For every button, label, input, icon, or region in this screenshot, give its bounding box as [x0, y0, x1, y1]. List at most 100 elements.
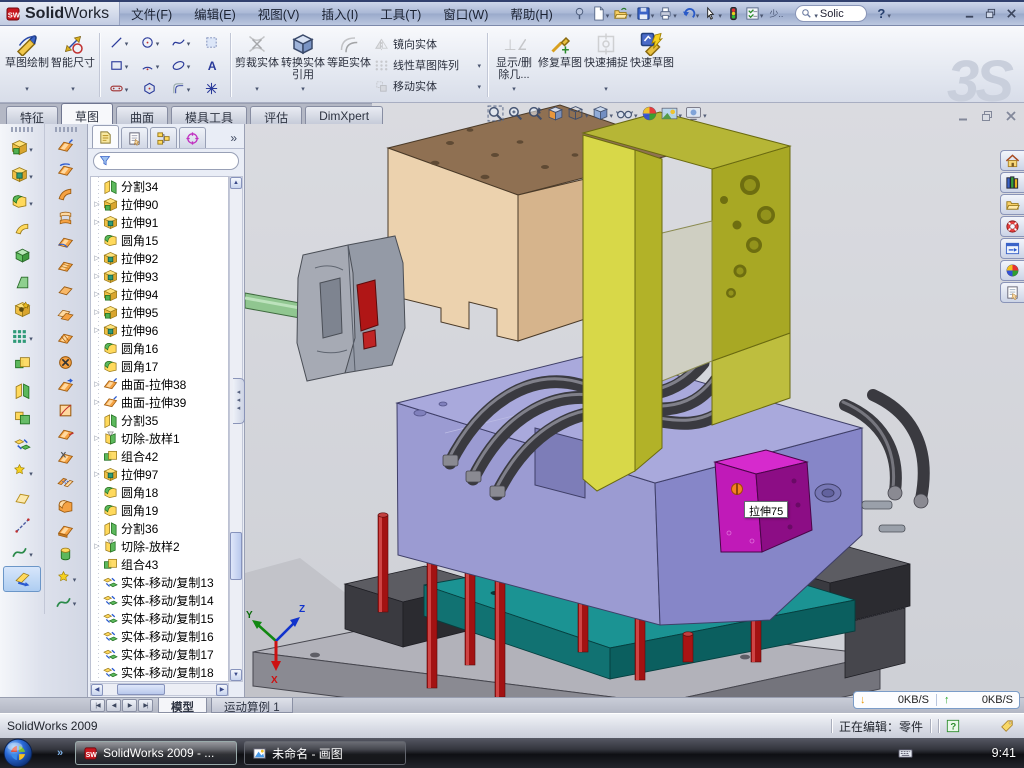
sketch-entity-button[interactable]: [103, 31, 134, 54]
feature-tree-item-拉伸95[interactable]: 拉伸95: [91, 303, 228, 321]
toolbar-button[interactable]: [47, 542, 85, 566]
expand-arrow-icon[interactable]: [92, 380, 102, 388]
expand-arrow-icon[interactable]: [92, 542, 102, 550]
toolbar-button[interactable]: [3, 512, 41, 539]
headsup-view-button[interactable]: [547, 105, 564, 122]
expand-arrow-icon[interactable]: [92, 200, 102, 208]
headsup-view-button[interactable]: [592, 105, 614, 122]
expand-arrow-icon[interactable]: [92, 290, 102, 298]
toolbar-button[interactable]: [3, 161, 41, 188]
toolbar-button[interactable]: [47, 158, 85, 182]
toolbar-button[interactable]: [3, 377, 41, 404]
toolbar-button[interactable]: [3, 323, 41, 350]
expand-arrow-icon[interactable]: [92, 398, 102, 406]
ribbon-row-button-移动实体[interactable]: 移动实体: [372, 77, 484, 96]
expand-arrow-icon[interactable]: [92, 254, 102, 262]
expand-arrow-icon[interactable]: [92, 326, 102, 334]
commandmanager-tab-特征[interactable]: 特征: [6, 106, 58, 124]
scroll-thumb[interactable]: [230, 532, 242, 580]
feature-tree-item-实体-移动/复制18[interactable]: 实体-移动/复制18: [91, 663, 228, 681]
task-pane-tab[interactable]: [1000, 238, 1024, 259]
quick-access-button[interactable]: [656, 3, 679, 25]
quick-access-button[interactable]: [589, 3, 612, 25]
study-nav-button[interactable]: |◀: [90, 699, 105, 712]
toolbar-button[interactable]: [3, 242, 41, 269]
toolbar-button[interactable]: [3, 134, 41, 161]
quick-access-button[interactable]: [724, 3, 743, 25]
menu-item[interactable]: 编辑(E): [183, 4, 247, 23]
expand-arrow-icon[interactable]: [92, 218, 102, 226]
sketch-entity-button[interactable]: [165, 54, 196, 77]
toolbar-button[interactable]: [47, 470, 85, 494]
toolbar-grip[interactable]: [55, 127, 77, 132]
toolbar-button[interactable]: [47, 230, 85, 254]
model-tab-运动算例-1[interactable]: 运动算例 1: [211, 698, 293, 713]
sketch-entity-button[interactable]: [103, 54, 134, 77]
expand-arrow-icon[interactable]: [92, 308, 102, 316]
toolbar-button[interactable]: [47, 206, 85, 230]
feature-tree-item-圆角18[interactable]: 圆角18: [91, 483, 228, 501]
feature-tree-item-圆角19[interactable]: 圆角19: [91, 501, 228, 519]
headsup-view-button[interactable]: [507, 105, 524, 122]
quick-tips-icon[interactable]: ?: [946, 719, 960, 733]
start-button[interactable]: [3, 738, 33, 768]
feature-tree-item-圆角15[interactable]: 圆角15: [91, 231, 228, 249]
sketch-entity-button[interactable]: [165, 77, 196, 100]
ribbon-button-修复草图[interactable]: +修复草图: [537, 29, 583, 101]
headsup-view-button[interactable]: [661, 105, 683, 122]
toolbar-button[interactable]: [3, 215, 41, 242]
quick-access-button[interactable]: [570, 3, 589, 25]
toolbar-button[interactable]: [3, 485, 41, 512]
toolbar-button[interactable]: [3, 188, 41, 215]
toolbar-button[interactable]: [3, 350, 41, 377]
ribbon-button-剪裁实体[interactable]: 剪裁实体: [234, 29, 280, 101]
network-speed-widget[interactable]: ↓ 0KB/S ↑ 0KB/S: [853, 691, 1020, 709]
feature-tree-item-实体-移动/复制17[interactable]: 实体-移动/复制17: [91, 645, 228, 663]
scroll-thumb[interactable]: [117, 684, 165, 695]
toolbar-button[interactable]: [47, 302, 85, 326]
task-pane-tab[interactable]: [1000, 172, 1024, 193]
scroll-down-button[interactable]: ▼: [230, 669, 242, 681]
feature-tree-item-拉伸93[interactable]: 拉伸93: [91, 267, 228, 285]
toolbar-button[interactable]: [3, 404, 41, 431]
feature-tree-item-分割34[interactable]: 分割34: [91, 177, 228, 195]
feature-tree-item-圆角17[interactable]: 圆角17: [91, 357, 228, 375]
panel-tab[interactable]: [121, 127, 148, 148]
doc-close-button[interactable]: [1002, 108, 1019, 123]
commandmanager-tab-模具工具[interactable]: 模具工具: [171, 106, 247, 124]
toolbar-grip[interactable]: [11, 127, 33, 132]
toolbar-button[interactable]: [3, 539, 41, 566]
study-nav-button[interactable]: ▶|: [138, 699, 153, 712]
tree-horizontal-scrollbar[interactable]: ◀ ▶: [90, 683, 229, 696]
study-nav-button[interactable]: ◀: [106, 699, 121, 712]
quick-access-button[interactable]: [611, 3, 634, 25]
scroll-left-button[interactable]: ◀: [91, 684, 103, 696]
feature-tree-item-拉伸92[interactable]: 拉伸92: [91, 249, 228, 267]
menu-item[interactable]: 工具(T): [369, 4, 432, 23]
quick-access-button[interactable]: [701, 3, 724, 25]
toolbar-button[interactable]: [47, 326, 85, 350]
feature-tree-item-拉伸96[interactable]: 拉伸96: [91, 321, 228, 339]
toolbar-button[interactable]: [3, 296, 41, 323]
expand-arrow-icon[interactable]: [92, 272, 102, 280]
scroll-right-button[interactable]: ▶: [216, 684, 228, 696]
feature-tree-item-曲面-拉伸38[interactable]: 曲面-拉伸38: [91, 375, 228, 393]
doc-restore-button[interactable]: [978, 108, 995, 123]
feature-tree-item-组合43[interactable]: 组合43: [91, 555, 228, 573]
tree-filter-input[interactable]: [93, 152, 239, 170]
commandmanager-tab-曲面[interactable]: 曲面: [116, 106, 168, 124]
headsup-view-button[interactable]: [567, 105, 589, 122]
toolbar-button[interactable]: [47, 566, 85, 590]
tag-icon[interactable]: [1000, 719, 1014, 733]
headsup-view-button[interactable]: [487, 105, 504, 122]
feature-tree-item-拉伸91[interactable]: 拉伸91: [91, 213, 228, 231]
feature-tree-item-拉伸90[interactable]: 拉伸90: [91, 195, 228, 213]
3d-model-view[interactable]: Y Z X: [245, 103, 1024, 697]
headsup-view-button[interactable]: [641, 105, 658, 122]
task-pane-tab[interactable]: [1000, 282, 1024, 303]
close-button[interactable]: [1003, 6, 1020, 21]
menu-item[interactable]: 视图(V): [247, 4, 311, 23]
ribbon-button-智能尺寸[interactable]: 智能尺寸: [50, 29, 96, 101]
sketch-entity-button[interactable]: [196, 31, 227, 54]
sketch-entity-button[interactable]: [134, 77, 165, 100]
